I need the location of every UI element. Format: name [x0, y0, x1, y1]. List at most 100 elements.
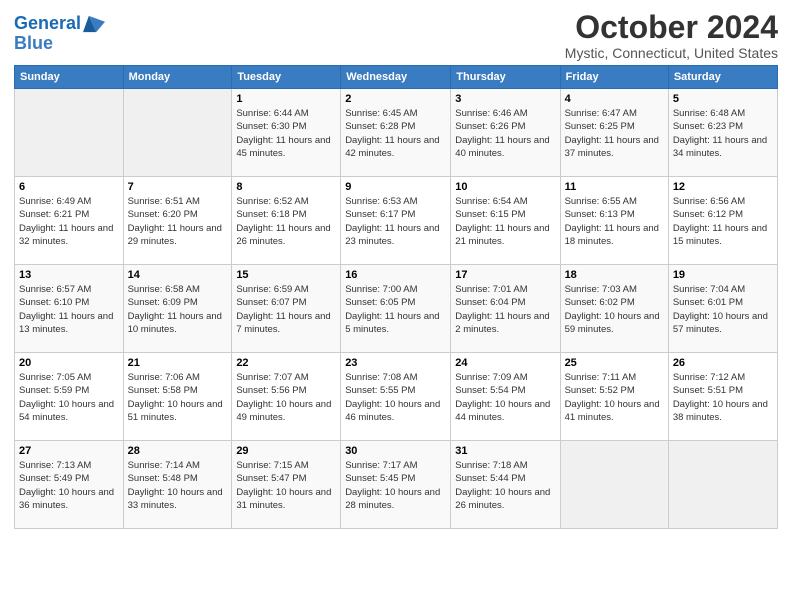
day-info: Sunrise: 6:49 AM Sunset: 6:21 PM Dayligh… [19, 195, 119, 248]
daylight-text: Daylight: 11 hours and 34 minutes. [673, 134, 773, 161]
logo-icon [83, 15, 105, 33]
daylight-text: Daylight: 10 hours and 59 minutes. [565, 310, 664, 337]
day-number: 8 [236, 181, 336, 193]
location: Mystic, Connecticut, United States [565, 45, 778, 61]
daylight-text: Daylight: 10 hours and 33 minutes. [128, 486, 228, 513]
logo: General Blue [14, 14, 105, 54]
day-info: Sunrise: 6:51 AM Sunset: 6:20 PM Dayligh… [128, 195, 228, 248]
calendar-cell: 15 Sunrise: 6:59 AM Sunset: 6:07 PM Dayl… [232, 265, 341, 353]
sunrise-text: Sunrise: 6:57 AM [19, 283, 119, 296]
sunrise-text: Sunrise: 6:59 AM [236, 283, 336, 296]
calendar-week-row: 6 Sunrise: 6:49 AM Sunset: 6:21 PM Dayli… [15, 177, 778, 265]
weekday-header: Sunday [15, 66, 124, 89]
sunset-text: Sunset: 6:30 PM [236, 120, 336, 133]
calendar-week-row: 1 Sunrise: 6:44 AM Sunset: 6:30 PM Dayli… [15, 89, 778, 177]
logo-blue-text: Blue [14, 34, 105, 54]
sunrise-text: Sunrise: 6:51 AM [128, 195, 228, 208]
sunrise-text: Sunrise: 6:49 AM [19, 195, 119, 208]
day-info: Sunrise: 7:11 AM Sunset: 5:52 PM Dayligh… [565, 371, 664, 424]
sunset-text: Sunset: 5:58 PM [128, 384, 228, 397]
day-info: Sunrise: 7:06 AM Sunset: 5:58 PM Dayligh… [128, 371, 228, 424]
sunrise-text: Sunrise: 6:47 AM [565, 107, 664, 120]
weekday-header: Thursday [451, 66, 560, 89]
daylight-text: Daylight: 11 hours and 10 minutes. [128, 310, 228, 337]
sunrise-text: Sunrise: 7:00 AM [345, 283, 446, 296]
calendar-cell: 29 Sunrise: 7:15 AM Sunset: 5:47 PM Dayl… [232, 441, 341, 529]
daylight-text: Daylight: 10 hours and 38 minutes. [673, 398, 773, 425]
sunrise-text: Sunrise: 7:08 AM [345, 371, 446, 384]
daylight-text: Daylight: 10 hours and 49 minutes. [236, 398, 336, 425]
day-number: 12 [673, 181, 773, 193]
sunset-text: Sunset: 6:26 PM [455, 120, 555, 133]
header: General Blue October 2024 Mystic, Connec… [14, 10, 778, 61]
sunset-text: Sunset: 5:48 PM [128, 472, 228, 485]
day-info: Sunrise: 6:45 AM Sunset: 6:28 PM Dayligh… [345, 107, 446, 160]
sunset-text: Sunset: 6:28 PM [345, 120, 446, 133]
weekday-header: Friday [560, 66, 668, 89]
sunset-text: Sunset: 6:01 PM [673, 296, 773, 309]
sunset-text: Sunset: 5:55 PM [345, 384, 446, 397]
daylight-text: Daylight: 11 hours and 2 minutes. [455, 310, 555, 337]
calendar-cell: 2 Sunrise: 6:45 AM Sunset: 6:28 PM Dayli… [341, 89, 451, 177]
day-info: Sunrise: 6:59 AM Sunset: 6:07 PM Dayligh… [236, 283, 336, 336]
calendar-cell: 12 Sunrise: 6:56 AM Sunset: 6:12 PM Dayl… [668, 177, 777, 265]
day-number: 20 [19, 357, 119, 369]
daylight-text: Daylight: 11 hours and 13 minutes. [19, 310, 119, 337]
calendar-cell: 31 Sunrise: 7:18 AM Sunset: 5:44 PM Dayl… [451, 441, 560, 529]
daylight-text: Daylight: 11 hours and 40 minutes. [455, 134, 555, 161]
weekday-header: Tuesday [232, 66, 341, 89]
day-number: 16 [345, 269, 446, 281]
sunset-text: Sunset: 5:49 PM [19, 472, 119, 485]
day-info: Sunrise: 7:04 AM Sunset: 6:01 PM Dayligh… [673, 283, 773, 336]
sunrise-text: Sunrise: 7:13 AM [19, 459, 119, 472]
calendar-cell: 17 Sunrise: 7:01 AM Sunset: 6:04 PM Dayl… [451, 265, 560, 353]
sunrise-text: Sunrise: 7:11 AM [565, 371, 664, 384]
day-info: Sunrise: 7:01 AM Sunset: 6:04 PM Dayligh… [455, 283, 555, 336]
calendar-cell: 6 Sunrise: 6:49 AM Sunset: 6:21 PM Dayli… [15, 177, 124, 265]
day-number: 2 [345, 93, 446, 105]
weekday-header: Saturday [668, 66, 777, 89]
day-info: Sunrise: 6:53 AM Sunset: 6:17 PM Dayligh… [345, 195, 446, 248]
daylight-text: Daylight: 11 hours and 29 minutes. [128, 222, 228, 249]
day-info: Sunrise: 6:55 AM Sunset: 6:13 PM Dayligh… [565, 195, 664, 248]
calendar-cell: 19 Sunrise: 7:04 AM Sunset: 6:01 PM Dayl… [668, 265, 777, 353]
day-number: 30 [345, 445, 446, 457]
day-number: 15 [236, 269, 336, 281]
sunset-text: Sunset: 5:44 PM [455, 472, 555, 485]
sunrise-text: Sunrise: 7:03 AM [565, 283, 664, 296]
calendar-cell: 8 Sunrise: 6:52 AM Sunset: 6:18 PM Dayli… [232, 177, 341, 265]
day-info: Sunrise: 7:15 AM Sunset: 5:47 PM Dayligh… [236, 459, 336, 512]
sunset-text: Sunset: 6:15 PM [455, 208, 555, 221]
day-number: 26 [673, 357, 773, 369]
day-info: Sunrise: 6:58 AM Sunset: 6:09 PM Dayligh… [128, 283, 228, 336]
calendar-cell: 27 Sunrise: 7:13 AM Sunset: 5:49 PM Dayl… [15, 441, 124, 529]
calendar-body: 1 Sunrise: 6:44 AM Sunset: 6:30 PM Dayli… [15, 89, 778, 529]
day-number: 24 [455, 357, 555, 369]
sunset-text: Sunset: 5:51 PM [673, 384, 773, 397]
calendar-cell: 20 Sunrise: 7:05 AM Sunset: 5:59 PM Dayl… [15, 353, 124, 441]
day-number: 3 [455, 93, 555, 105]
sunset-text: Sunset: 5:52 PM [565, 384, 664, 397]
sunset-text: Sunset: 6:10 PM [19, 296, 119, 309]
sunset-text: Sunset: 6:12 PM [673, 208, 773, 221]
day-number: 18 [565, 269, 664, 281]
sunrise-text: Sunrise: 6:46 AM [455, 107, 555, 120]
calendar-cell: 14 Sunrise: 6:58 AM Sunset: 6:09 PM Dayl… [123, 265, 232, 353]
day-info: Sunrise: 6:52 AM Sunset: 6:18 PM Dayligh… [236, 195, 336, 248]
sunrise-text: Sunrise: 6:45 AM [345, 107, 446, 120]
sunset-text: Sunset: 5:54 PM [455, 384, 555, 397]
daylight-text: Daylight: 10 hours and 51 minutes. [128, 398, 228, 425]
sunrise-text: Sunrise: 6:52 AM [236, 195, 336, 208]
sunset-text: Sunset: 6:18 PM [236, 208, 336, 221]
sunset-text: Sunset: 6:25 PM [565, 120, 664, 133]
calendar-table: SundayMondayTuesdayWednesdayThursdayFrid… [14, 65, 778, 529]
sunrise-text: Sunrise: 7:15 AM [236, 459, 336, 472]
day-number: 9 [345, 181, 446, 193]
page-container: General Blue October 2024 Mystic, Connec… [0, 0, 792, 537]
sunrise-text: Sunrise: 7:17 AM [345, 459, 446, 472]
day-number: 22 [236, 357, 336, 369]
calendar-cell [123, 89, 232, 177]
daylight-text: Daylight: 11 hours and 45 minutes. [236, 134, 336, 161]
sunrise-text: Sunrise: 7:12 AM [673, 371, 773, 384]
daylight-text: Daylight: 10 hours and 44 minutes. [455, 398, 555, 425]
